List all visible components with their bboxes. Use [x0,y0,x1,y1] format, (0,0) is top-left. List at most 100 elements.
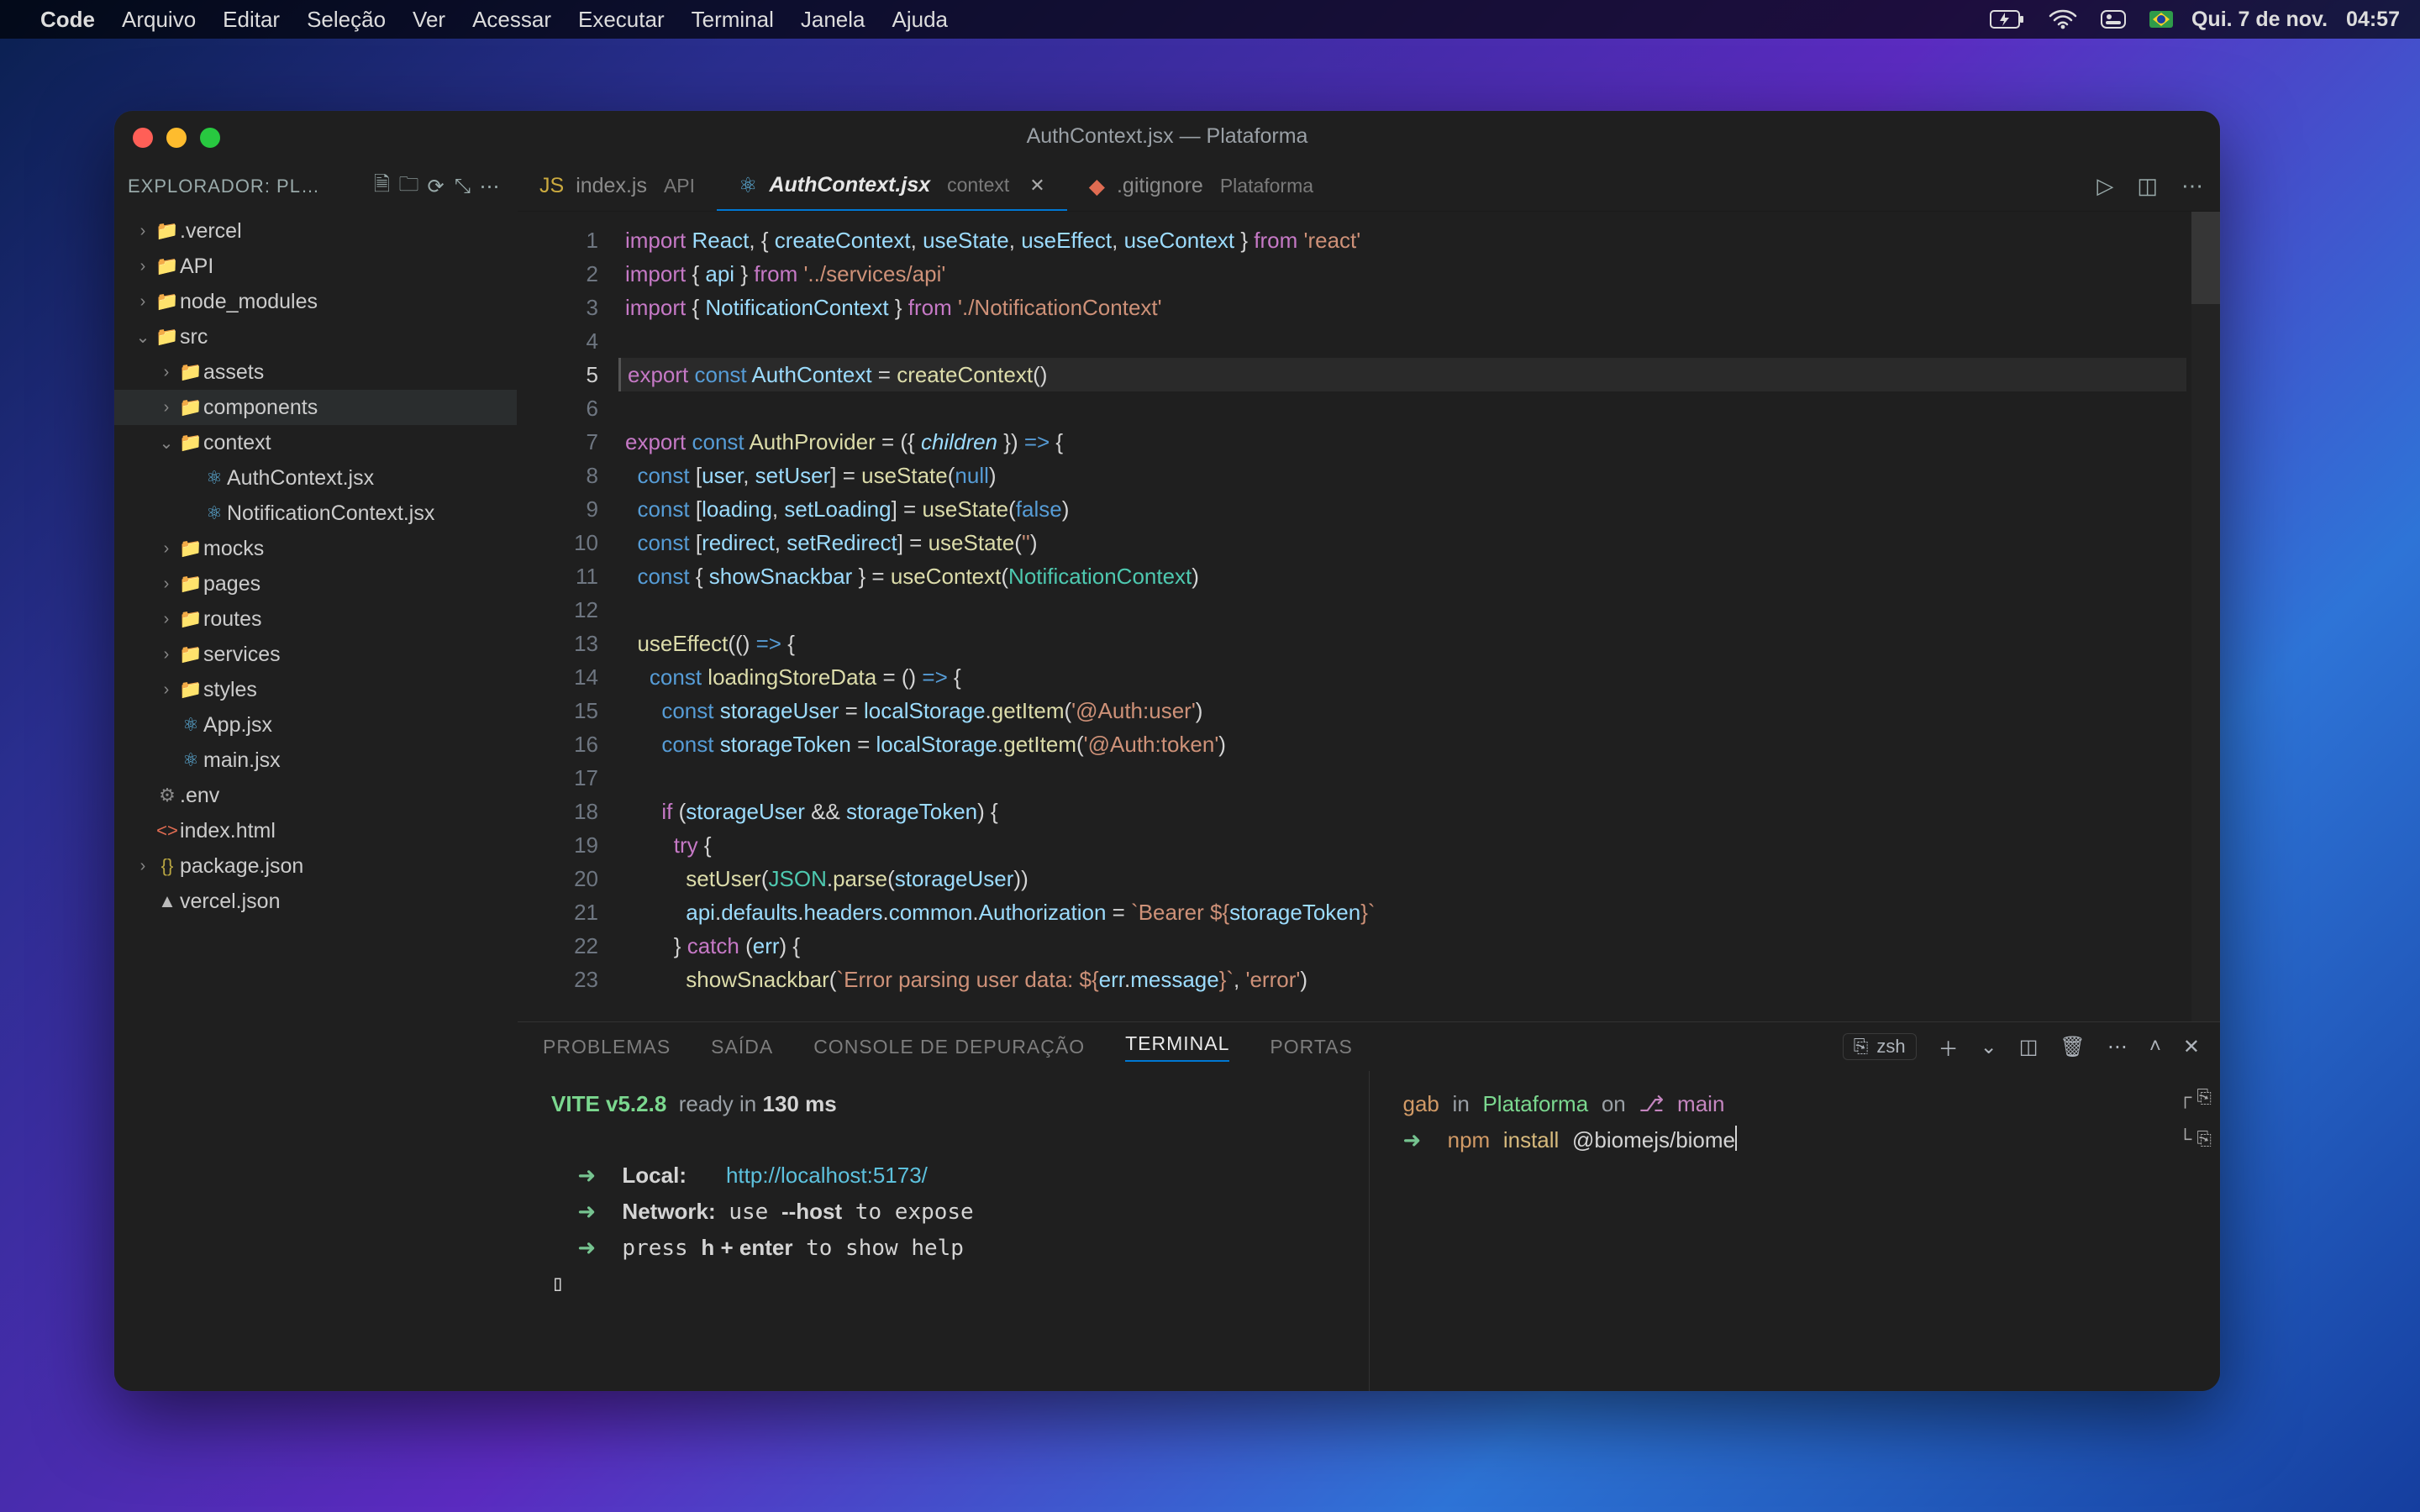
minimize-window-button[interactable] [166,128,187,148]
titlebar[interactable]: AuthContext.jsx — Plataforma [114,111,2220,161]
menu-app[interactable]: Code [40,7,95,33]
tree-item-authcontext-jsx[interactable]: ⚛AuthContext.jsx [114,460,517,496]
panel-tabs: PROBLEMAS SAÍDA CONSOLE DE DEPURAÇÃO TER… [518,1022,2220,1071]
battery-icon[interactable] [1990,10,2025,29]
tree-item-assets[interactable]: ›📁assets [114,354,517,390]
minimap[interactable] [2191,212,2220,1021]
code-line[interactable]: export const AuthProvider = ({ children … [625,425,2220,459]
editor-tab--gitignore[interactable]: ◆.gitignorePlataforma [1067,161,1335,211]
code-line[interactable]: const { showSnackbar } = useContext(Noti… [625,559,2220,593]
explorer-more-icon[interactable]: ⋯ [476,175,503,199]
terminal-right[interactable]: gab in Plataforma on ⎇ main ➜ npm instal… [1369,1071,2221,1391]
editor-toolbar: ▷ ◫ ⋯ [2096,161,2203,211]
code-line[interactable]: useEffect(() => { [625,627,2220,660]
zoom-window-button[interactable] [200,128,220,148]
new-terminal-icon[interactable]: ＋ [1939,1032,1959,1062]
menu-editar[interactable]: Editar [223,7,280,33]
window-controls [133,128,220,148]
tree-item--vercel[interactable]: ›📁.vercel [114,213,517,249]
tree-item-vercel-json[interactable]: ▲vercel.json [114,884,517,919]
menu-executar[interactable]: Executar [578,7,665,33]
react-icon: ⚛ [202,467,227,489]
maximize-panel-icon[interactable]: ˄ [2149,1035,2161,1058]
code-line[interactable]: const [user, setUser] = useState(null) [625,459,2220,492]
tree-item-app-jsx[interactable]: ⚛App.jsx [114,707,517,743]
code-line[interactable]: const loadingStoreData = () => { [625,660,2220,694]
panel-tab-problemas[interactable]: PROBLEMAS [543,1036,671,1058]
close-panel-icon[interactable]: ✕ [2183,1035,2200,1059]
tree-item-components[interactable]: ›📁components [114,390,517,425]
tree-item-services[interactable]: ›📁services [114,637,517,672]
editor-tab-authcontext-jsx[interactable]: ⚛AuthContext.jsxcontext✕ [717,161,1067,211]
tree-item-node-modules[interactable]: ›📁node_modules [114,284,517,319]
menubar-time[interactable]: 04:57 [2346,8,2400,32]
code-line[interactable]: } catch (err) { [625,929,2220,963]
kill-terminal-icon[interactable]: 🗑 [2060,1035,2085,1059]
close-tab-icon[interactable]: ✕ [1029,175,1044,197]
folder-icon: 📁 [155,326,180,348]
split-editor-icon[interactable]: ◫ [2137,173,2158,199]
code-line[interactable]: import { api } from '../services/api' [625,257,2220,291]
run-icon[interactable]: ▷ [2096,173,2113,199]
code-line[interactable] [625,761,2220,795]
refresh-explorer-icon[interactable]: ⟳ [423,175,450,199]
code-line[interactable]: import React, { createContext, useState,… [625,223,2220,257]
panel-tab-saida[interactable]: SAÍDA [711,1036,773,1058]
menu-terminal[interactable]: Terminal [692,7,774,33]
wifi-icon[interactable] [2049,9,2077,29]
code-line[interactable]: setUser(JSON.parse(storageUser)) [625,862,2220,895]
control-center-icon[interactable] [2101,10,2126,29]
terminal-more-icon[interactable]: ⋯ [2107,1035,2128,1059]
tree-item-notificationcontext-jsx[interactable]: ⚛NotificationContext.jsx [114,496,517,531]
code-line[interactable]: export const AuthContext = createContext… [618,358,2186,391]
code-line[interactable] [625,593,2220,627]
code-line[interactable] [625,391,2220,425]
code-line[interactable] [625,324,2220,358]
menu-acessar[interactable]: Acessar [472,7,551,33]
tree-item-src[interactable]: ⌄📁src [114,319,517,354]
new-file-icon[interactable]: 🗎 [369,170,396,204]
code-line[interactable]: showSnackbar(`Error parsing user data: $… [625,963,2220,996]
menu-janela[interactable]: Janela [801,7,865,33]
code-line[interactable]: const [loading, setLoading] = useState(f… [625,492,2220,526]
tree-item--env[interactable]: ⚙.env [114,778,517,813]
menu-arquivo[interactable]: Arquivo [122,7,196,33]
tree-item-main-jsx[interactable]: ⚛main.jsx [114,743,517,778]
panel-tab-portas[interactable]: PORTAS [1270,1036,1352,1058]
tree-item-index-html[interactable]: <>index.html [114,813,517,848]
tree-item-styles[interactable]: ›📁styles [114,672,517,707]
menubar-date[interactable]: Qui. 7 de nov. [2191,8,2328,32]
collapse-all-icon[interactable]: ⤡ [450,175,476,198]
code-line[interactable]: try { [625,828,2220,862]
code-editor[interactable]: 1234567891011121314151617181920212223 im… [518,212,2220,1021]
code-content[interactable]: import React, { createContext, useState,… [618,212,2220,1021]
split-terminal-icon[interactable]: ◫ [2019,1035,2039,1059]
close-window-button[interactable] [133,128,153,148]
menu-ajuda[interactable]: Ajuda [892,7,948,33]
editor-tab-index-js[interactable]: JSindex.jsAPI [518,161,717,211]
code-line[interactable]: api.defaults.headers.common.Authorizatio… [625,895,2220,929]
tree-item-label: index.html [180,819,276,843]
terminal-menu-caret[interactable]: ⌄ [1981,1035,1997,1059]
tree-item-api[interactable]: ›📁API [114,249,517,284]
tree-item-context[interactable]: ⌄📁context [114,425,517,460]
flag-icon[interactable] [2149,11,2173,28]
tree-item-package-json[interactable]: ›{}package.json [114,848,517,884]
code-line[interactable]: const storageToken = localStorage.getIte… [625,727,2220,761]
terminal-left[interactable]: VITE v5.2.8 ready in 130 ms ➜ Local: htt… [518,1071,1369,1391]
menu-selecao[interactable]: Seleção [307,7,386,33]
panel-tab-console[interactable]: CONSOLE DE DEPURAÇÃO [813,1036,1085,1058]
new-folder-icon[interactable]: 🗀 [396,170,423,204]
terminal-shell-picker[interactable]: ⎘ zsh [1843,1033,1917,1060]
menu-ver[interactable]: Ver [413,7,445,33]
code-line[interactable]: import { NotificationContext } from './N… [625,291,2220,324]
tree-item-pages[interactable]: ›📁pages [114,566,517,601]
editor-more-icon[interactable]: ⋯ [2181,173,2203,199]
code-line[interactable]: if (storageUser && storageToken) { [625,795,2220,828]
code-line[interactable]: const [redirect, setRedirect] = useState… [625,526,2220,559]
chevron-icon: › [131,857,155,876]
tree-item-routes[interactable]: ›📁routes [114,601,517,637]
panel-tab-terminal[interactable]: TERMINAL [1125,1032,1229,1062]
code-line[interactable]: const storageUser = localStorage.getItem… [625,694,2220,727]
tree-item-mocks[interactable]: ›📁mocks [114,531,517,566]
